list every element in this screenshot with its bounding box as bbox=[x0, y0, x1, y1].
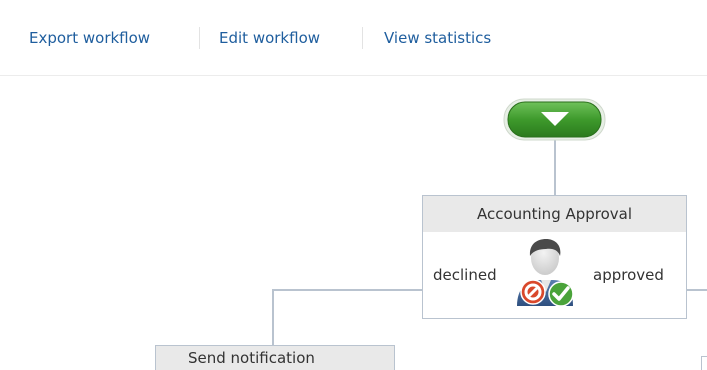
user-approval-icon bbox=[517, 239, 574, 307]
declined-connector bbox=[272, 289, 423, 346]
send-notification-step[interactable]: Send notification bbox=[155, 345, 395, 370]
start-node[interactable] bbox=[503, 98, 606, 141]
approved-branch-label: approved bbox=[593, 266, 664, 284]
step-title: Accounting Approval bbox=[423, 196, 686, 232]
partial-step[interactable] bbox=[701, 356, 707, 370]
step-title: Send notification bbox=[188, 349, 315, 367]
declined-branch-label: declined bbox=[433, 266, 497, 284]
workflow-page: Export workflow Edit workflow View stati… bbox=[0, 0, 707, 370]
accounting-approval-step[interactable]: Accounting Approval declined approved bbox=[422, 195, 687, 319]
